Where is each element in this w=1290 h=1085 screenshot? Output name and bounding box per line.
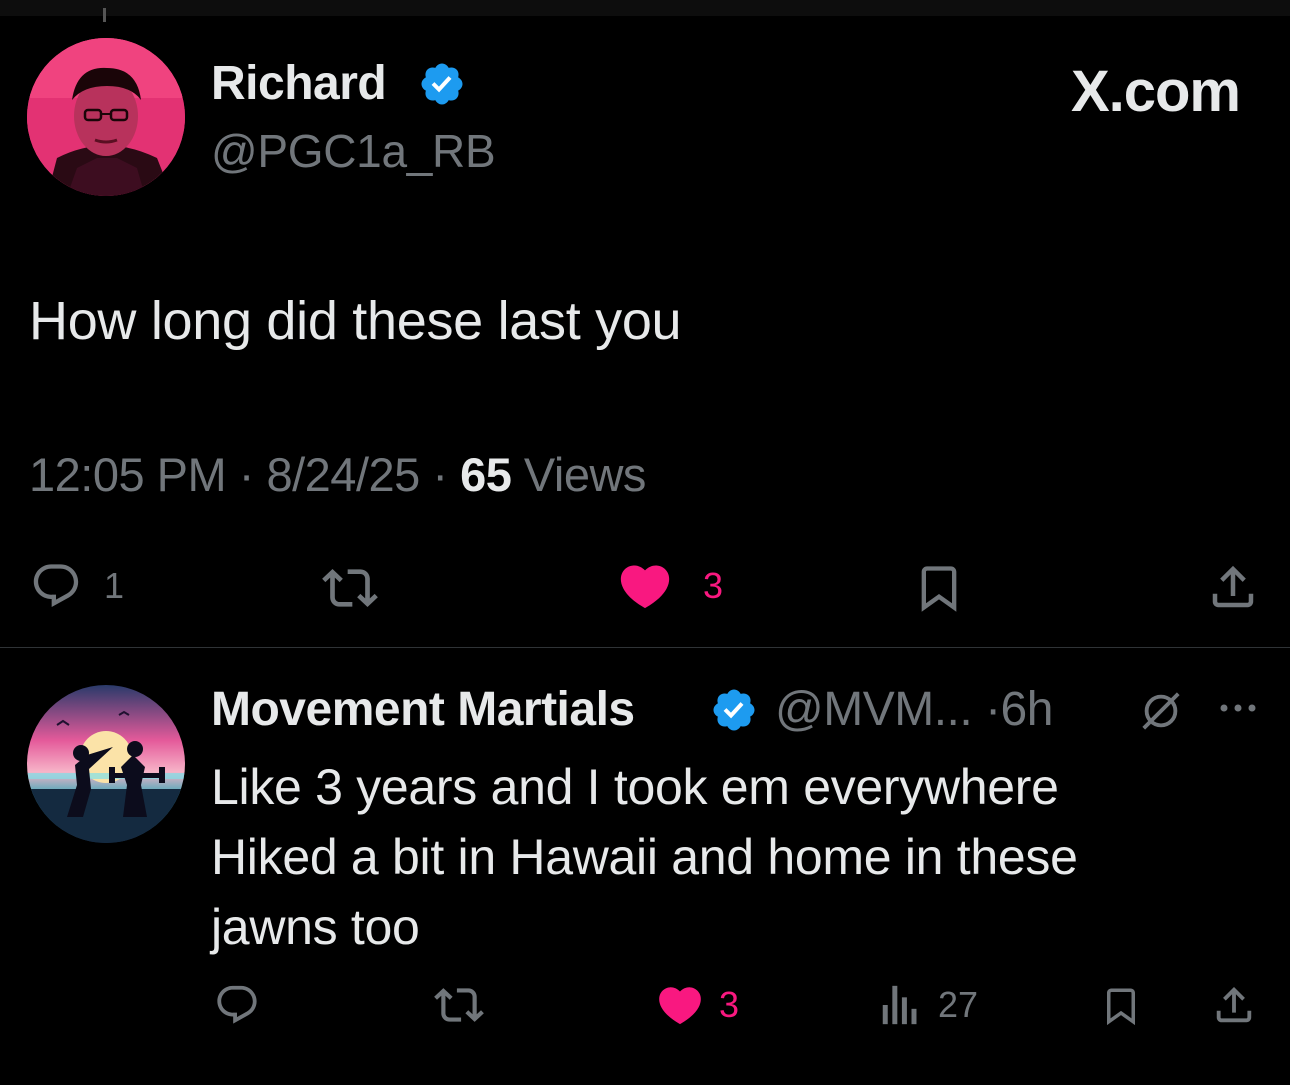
reply-button[interactable]: 1 — [28, 560, 124, 612]
reply-author-handle-and-time: @MVM... ·6h — [775, 682, 1053, 737]
brand-label: X.com — [1070, 59, 1241, 124]
reply-author-avatar[interactable] — [27, 685, 185, 843]
author-handle[interactable]: @PGC1a_RB — [211, 124, 496, 178]
meta-separator: · — [238, 448, 255, 501]
reply-icon — [33, 564, 79, 607]
author-avatar[interactable] — [27, 38, 185, 196]
reply-like-button[interactable]: 3 — [655, 980, 739, 1030]
share-button[interactable] — [1204, 560, 1262, 614]
reply-count: 1 — [104, 565, 125, 606]
meta-separator: · — [432, 448, 448, 501]
reply-author-name[interactable]: Movement Martials — [211, 682, 635, 737]
reply-text-line: Like 3 years and I took em everywhere — [211, 759, 1059, 815]
verified-badge-icon — [421, 63, 463, 105]
bookmark-icon — [921, 566, 957, 612]
heart-filled-icon — [620, 565, 670, 609]
share-icon — [1212, 565, 1254, 608]
verified-badge-icon — [713, 689, 755, 731]
reply-time[interactable]: 6h — [1001, 683, 1054, 736]
reply-icon — [217, 985, 257, 1024]
divider — [0, 647, 1290, 648]
tweet-meta: 12:05 PM · 8/24/25 · 65 Views — [29, 447, 646, 502]
reply-text: Like 3 years and I took em everywhere Hi… — [211, 752, 1078, 962]
tweet-text: How long did these last you — [29, 291, 682, 351]
bookmark-icon — [1107, 988, 1135, 1026]
bookmark-button[interactable] — [913, 558, 965, 618]
reply-reply-button[interactable] — [212, 982, 262, 1028]
reply-text-line: jawns too — [211, 899, 420, 955]
reply-text-line: Hiked a bit in Hawaii and home in these — [211, 829, 1078, 885]
retweet-icon — [434, 988, 484, 1022]
more-options-icon[interactable] — [1214, 696, 1262, 720]
retweet-button[interactable] — [316, 560, 384, 616]
meta-separator: · — [985, 683, 1001, 736]
like-button[interactable]: 3 — [615, 557, 723, 615]
top-bar — [0, 0, 1290, 22]
share-icon — [1216, 986, 1252, 1023]
reply-retweet-button[interactable] — [430, 980, 488, 1030]
reply-like-count: 3 — [719, 984, 740, 1025]
views-chart-icon — [882, 985, 917, 1025]
author-name[interactable]: Richard — [211, 56, 387, 111]
top-bar-indicator — [103, 8, 106, 22]
grok-icon[interactable] — [1138, 688, 1184, 734]
retweet-icon — [322, 569, 378, 607]
tweet-time[interactable]: 12:05 PM — [29, 448, 227, 501]
heart-filled-icon — [659, 987, 701, 1025]
reply-views-button[interactable]: 27 — [880, 982, 978, 1028]
reply-bookmark-button[interactable] — [1100, 980, 1142, 1032]
views-count: 65 — [460, 448, 512, 501]
tweet-date[interactable]: 8/24/25 — [266, 448, 420, 501]
views-label: Views — [523, 448, 647, 501]
reply-share-button[interactable] — [1210, 982, 1258, 1028]
reply-views-count: 27 — [938, 984, 979, 1025]
like-count: 3 — [703, 565, 724, 606]
reply-author-handle[interactable]: @MVM... — [775, 683, 973, 736]
